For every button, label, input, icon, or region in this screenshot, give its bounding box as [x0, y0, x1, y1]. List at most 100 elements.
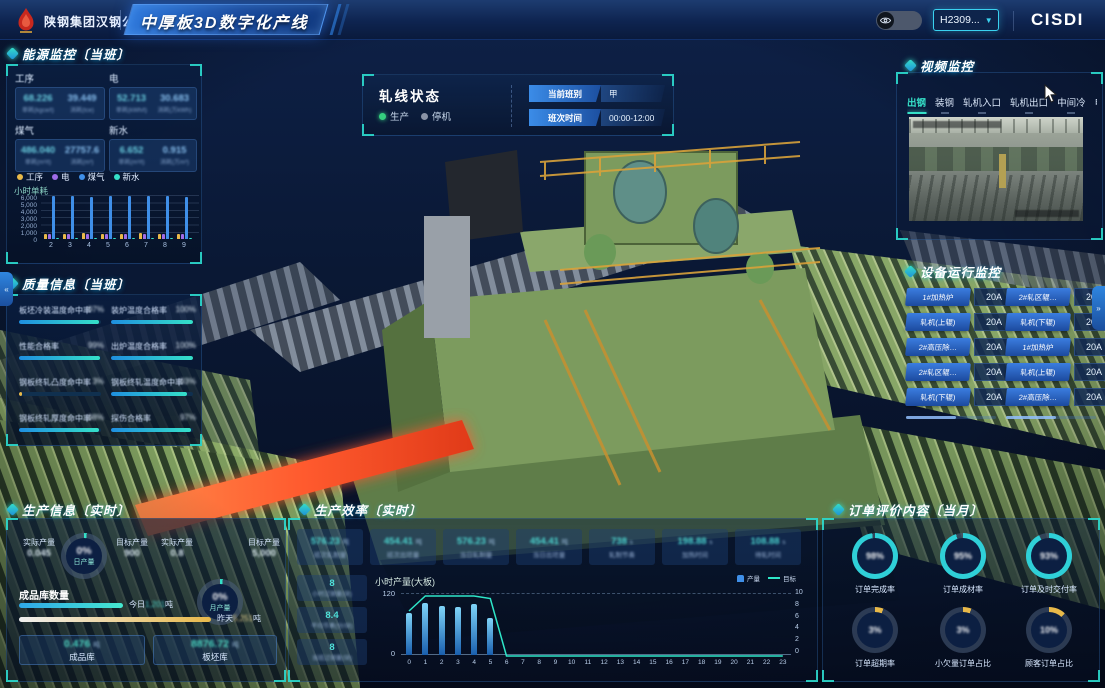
bar	[94, 238, 97, 240]
equipment-button[interactable]: 2#高压除…	[905, 338, 971, 356]
y-tick-0: 0	[375, 649, 395, 658]
equipment-button[interactable]: 2#轧区辊…	[1005, 288, 1071, 306]
collapse-right-handle[interactable]: »	[1092, 286, 1105, 330]
efficiency-stat: 738 s 轧制节奏	[589, 529, 655, 565]
inventory-title: 成品库数量	[19, 587, 69, 602]
efficiency-panel-title: 生产效率〔实时〕	[300, 500, 422, 519]
bar-group: 9	[176, 195, 192, 239]
quality-item: 钢板终轧温度命中率93%	[111, 377, 193, 396]
energy-group: 煤气 486.040单耗(m³/t) 27757.6消耗(m³)	[15, 123, 105, 172]
y-tick-label: 2	[795, 636, 803, 643]
equipment-button[interactable]: 2#轧区辊…	[905, 363, 971, 381]
production-panel-title: 生产信息〔实时〕	[8, 500, 130, 519]
orders-panel: 98% 订单完成率 95% 订单成材率 93% 订单及时交付率 3% 订单超期率…	[822, 518, 1100, 682]
x-tick-label: 10	[564, 659, 580, 666]
equipment-button[interactable]: 轧机(上辊)	[905, 313, 971, 331]
heat-number-value: H2309...	[940, 14, 980, 26]
equipment-button[interactable]: 轧机(下辊)	[905, 388, 971, 406]
heat-number-dropdown[interactable]: H2309... ▼	[933, 9, 999, 31]
bar	[52, 196, 55, 239]
equipment-scrollbar[interactable]	[1006, 416, 1096, 419]
energy-legend: 工序 电 煤气 新水	[17, 171, 140, 183]
bar	[143, 234, 146, 239]
bar	[124, 234, 127, 239]
tab-video-4[interactable]: 中间冷	[1057, 95, 1086, 114]
x-tick-label: 2	[43, 242, 59, 249]
quality-item: 钢板终轧厚度命中率98%	[19, 413, 101, 432]
diamond-icon	[904, 265, 917, 278]
quality-item: 探伤合格率97%	[111, 413, 193, 432]
today-bar-label: 今日1,201吨	[129, 599, 173, 610]
energy-panel: 工序 68.226单耗(kgce/t) 39.449消耗(tce) 电 52.7…	[6, 64, 202, 264]
x-tick-label: 4	[81, 242, 97, 249]
bar	[48, 234, 51, 239]
bar	[86, 234, 89, 239]
visibility-toggle[interactable]	[876, 11, 922, 30]
tab-video-5[interactable]: 电动辊道	[1095, 95, 1097, 114]
x-tick-label: 23	[775, 659, 791, 666]
status-divider	[511, 85, 512, 127]
y-tick-label: 4,000	[9, 209, 37, 216]
efficiency-stat: 576.23 吨 当日轧制量	[443, 529, 509, 565]
x-tick-label: 1	[417, 659, 433, 666]
equipment-value: 20A	[1074, 338, 1105, 356]
x-tick-label: 7	[515, 659, 531, 666]
x-tick-label: 0	[401, 659, 417, 666]
bar	[120, 234, 123, 240]
efficiency-stat: 108.88 s 待轧时间	[735, 529, 801, 565]
bar	[185, 197, 188, 239]
bar	[151, 238, 154, 240]
yesterday-bar	[19, 617, 211, 622]
day-target: 目标产量 900	[109, 537, 155, 559]
equipment-scrollbar[interactable]	[906, 416, 996, 419]
y-tick-label: 6,000	[9, 195, 37, 202]
efficiency-side-stat: 8当班过钢量(块)	[297, 639, 367, 665]
quality-item: 装炉温度合格率100%	[111, 305, 193, 324]
hour-chart-line	[401, 593, 791, 657]
bar	[101, 234, 104, 239]
efficiency-stat: 454.41 吨 班次出坯量	[370, 529, 436, 565]
status-row-shift: 当前班别 甲	[529, 85, 665, 102]
company-logo	[12, 6, 40, 34]
bar	[132, 238, 135, 240]
x-tick-label: 21	[742, 659, 758, 666]
equipment-button[interactable]: 轧机(下辊)	[1005, 313, 1071, 331]
equipment-button[interactable]: 1#加热炉	[1005, 338, 1071, 356]
efficiency-stat: 454.41 吨 当日出坯量	[516, 529, 582, 565]
donut-ring: 3%	[852, 607, 898, 653]
order-gauge: 10% 顾客订单占比	[1003, 607, 1095, 669]
today-bar	[19, 603, 123, 608]
cctv-osd-top	[913, 121, 1001, 128]
collapse-left-handle[interactable]: «	[0, 272, 13, 306]
y-tick-label: 6	[795, 613, 803, 620]
tab-video-1[interactable]: 装钢	[935, 95, 954, 114]
cctv-feed[interactable]	[909, 117, 1083, 221]
header-divider	[1013, 11, 1014, 31]
diamond-icon	[6, 503, 19, 516]
tab-video-3[interactable]: 轧机出口	[1010, 95, 1048, 114]
shift-time-value: 00:00-12:00	[601, 109, 665, 126]
tab-video-0[interactable]: 出钢	[907, 95, 926, 114]
bar	[162, 234, 165, 239]
hour-chart-legend: 产量 目标	[737, 573, 796, 583]
x-tick-label: 5	[482, 659, 498, 666]
y-tick-label: 0	[795, 648, 803, 655]
equipment-button[interactable]: 1#加热炉	[905, 288, 971, 306]
equipment-button[interactable]: 2#高压除…	[1005, 388, 1071, 406]
bar-group: 2	[43, 195, 59, 239]
bar	[189, 238, 192, 240]
x-tick-label: 3	[62, 242, 78, 249]
equipment-button[interactable]: 轧机(上辊)	[1005, 363, 1071, 381]
tab-video-2[interactable]: 轧机入口	[963, 95, 1001, 114]
diamond-icon	[298, 503, 311, 516]
diamond-icon	[6, 47, 19, 60]
x-tick-label: 2	[434, 659, 450, 666]
x-tick-label: 8	[157, 242, 173, 249]
y-tick-label: 2,000	[9, 223, 37, 230]
bar	[166, 196, 169, 239]
bar	[113, 238, 116, 240]
bar	[82, 233, 85, 239]
bar-group: 5	[100, 195, 116, 239]
bar	[139, 233, 142, 239]
energy-group: 新水 6.652单耗(m³/t) 0.915消耗(万m³)	[109, 123, 197, 172]
